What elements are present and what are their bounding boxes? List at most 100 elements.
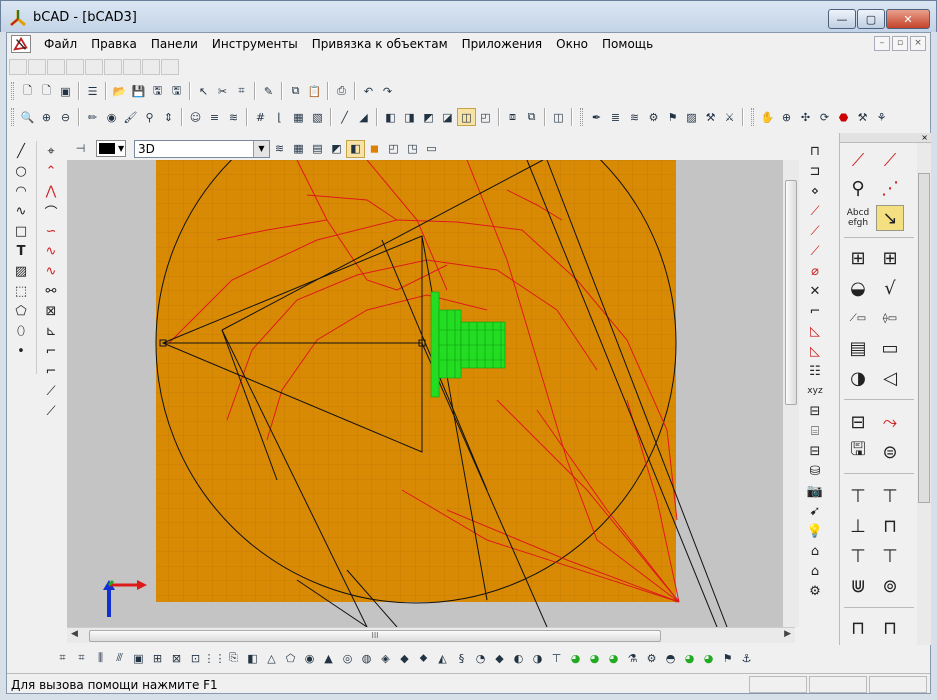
- model-3-icon[interactable]: ⫼: [91, 649, 110, 667]
- settings-5-icon[interactable]: ⚑: [663, 108, 682, 126]
- snap-11-icon[interactable]: ◺: [804, 341, 826, 361]
- zoom-in-icon[interactable]: ⊕: [37, 108, 56, 126]
- chevron-down-icon[interactable]: ▼: [253, 140, 269, 157]
- open-folder-icon[interactable]: 📂: [110, 82, 129, 100]
- solid-3-icon[interactable]: ⬠: [281, 649, 300, 667]
- tolerance-2-icon[interactable]: ⟠▭: [876, 305, 904, 331]
- snap-7-icon[interactable]: ⌀: [804, 261, 826, 281]
- line-mode-9-icon[interactable]: ⊠: [40, 301, 62, 321]
- camera-icon[interactable]: 📷: [804, 481, 826, 501]
- color-select[interactable]: ▼: [96, 140, 126, 157]
- hidden-line-icon[interactable]: ▤: [308, 140, 327, 158]
- toolbar-grip[interactable]: [11, 82, 14, 100]
- drawing-svg[interactable]: *: [67, 160, 795, 627]
- view-mode-select[interactable]: 3D ▼: [134, 139, 270, 158]
- cube-view-6-icon[interactable]: ◰: [476, 108, 495, 126]
- zoom-window-icon[interactable]: 🔍: [18, 108, 37, 126]
- menu-tools[interactable]: Инструменты: [205, 37, 305, 51]
- model-6-icon[interactable]: ⊞: [148, 649, 167, 667]
- settings-4-icon[interactable]: ⚙: [644, 108, 663, 126]
- stop-icon[interactable]: ⬣: [834, 108, 853, 126]
- scroll-right-arrow[interactable]: ▶: [784, 629, 791, 639]
- box-1-icon[interactable]: ◰: [384, 140, 403, 158]
- line-mode-7-icon[interactable]: ∿: [40, 261, 62, 281]
- line-mode-14-icon[interactable]: ⟋: [40, 401, 62, 421]
- snap-6-icon[interactable]: ⟋: [804, 241, 826, 261]
- washer-icon[interactable]: ⊚: [876, 573, 904, 599]
- settings-7-icon[interactable]: ⚒: [701, 108, 720, 126]
- rotate-icon[interactable]: ⟳: [815, 108, 834, 126]
- bolt-5-icon[interactable]: ⊤: [876, 543, 904, 569]
- cube-view-3-icon[interactable]: ◩: [419, 108, 438, 126]
- undo-icon[interactable]: ↶: [359, 82, 378, 100]
- redo-icon[interactable]: ↷: [378, 82, 397, 100]
- block-path-icon[interactable]: ⤳: [876, 409, 904, 435]
- dim-line-2-icon[interactable]: ⟋: [876, 147, 904, 173]
- solid-12-icon[interactable]: §: [452, 649, 471, 667]
- horizontal-scroll-thumb[interactable]: III: [89, 630, 661, 642]
- snap-15-icon[interactable]: ⊟: [804, 441, 826, 461]
- boolean-3-icon[interactable]: ◕: [604, 649, 623, 667]
- wing-nut-icon[interactable]: ⋓: [844, 573, 872, 599]
- tools-icon[interactable]: ⚒: [853, 108, 872, 126]
- solid-17-icon[interactable]: ⊤: [547, 649, 566, 667]
- solid-7-icon[interactable]: ◍: [357, 649, 376, 667]
- mdi-restore-button[interactable]: ▫: [892, 36, 908, 51]
- model-10-icon[interactable]: ⎘: [224, 649, 243, 667]
- pin-icon[interactable]: ⊣: [71, 140, 90, 158]
- window-arrange-1-icon[interactable]: ⧈: [503, 108, 522, 126]
- text-icon[interactable]: T: [10, 241, 32, 261]
- solid-13-icon[interactable]: ◔: [471, 649, 490, 667]
- dim-radius-icon[interactable]: ⚲: [844, 175, 872, 201]
- solid-8-icon[interactable]: ◈: [376, 649, 395, 667]
- scroll-left-arrow[interactable]: ◀: [71, 629, 78, 639]
- zoom-out-icon[interactable]: ⊖: [56, 108, 75, 126]
- shaded-edges-icon[interactable]: ◧: [346, 139, 365, 158]
- section-1-icon[interactable]: ⊞: [844, 245, 872, 271]
- solid-wedge-icon[interactable]: △: [262, 649, 281, 667]
- line-mode-5-icon[interactable]: ∽: [40, 221, 62, 241]
- table-icon[interactable]: ▤: [844, 335, 872, 361]
- new-file-alt-icon[interactable]: 🗋: [37, 82, 56, 100]
- solid-15-icon[interactable]: ◐: [509, 649, 528, 667]
- settings-2-icon[interactable]: ≣: [606, 108, 625, 126]
- new-file-icon[interactable]: 🗋: [18, 82, 37, 100]
- line-color-icon[interactable]: ╱: [335, 108, 354, 126]
- polyline-icon[interactable]: ∿: [10, 201, 32, 221]
- ruler-icon[interactable]: ▭: [422, 140, 441, 158]
- pick-icon[interactable]: ⚲: [140, 108, 159, 126]
- snap-2-icon[interactable]: ⊐: [804, 161, 826, 181]
- toolbar-grip[interactable]: [751, 108, 754, 126]
- snap-12-icon[interactable]: ☷: [804, 361, 826, 381]
- print-icon[interactable]: ⎙: [332, 82, 351, 100]
- spring-icon[interactable]: ⊜: [876, 439, 904, 465]
- save-icon[interactable]: 💾: [129, 82, 148, 100]
- menu-panels[interactable]: Панели: [144, 37, 205, 51]
- pencil-icon[interactable]: ✏: [83, 108, 102, 126]
- hand-pan-icon[interactable]: ✋: [758, 108, 777, 126]
- center-mark-icon[interactable]: ◑: [844, 365, 872, 391]
- line-mode-8-icon[interactable]: ⚯: [40, 281, 62, 301]
- snap-10-icon[interactable]: ◺: [804, 321, 826, 341]
- model-9-icon[interactable]: ⋮⋮: [204, 649, 226, 667]
- boolean-7-icon[interactable]: ◕: [680, 649, 699, 667]
- snap-4-icon[interactable]: ⟋: [804, 201, 826, 221]
- photo-icon[interactable]: ▧: [308, 108, 327, 126]
- model-7-icon[interactable]: ⊠: [167, 649, 186, 667]
- leader-icon[interactable]: ↘: [876, 205, 904, 231]
- anchor-icon[interactable]: ⚓: [737, 649, 756, 667]
- bolt-4-icon[interactable]: ⊤: [844, 543, 872, 569]
- home-icon[interactable]: ⌂: [804, 541, 826, 561]
- bolt-2-icon[interactable]: ⊤: [876, 483, 904, 509]
- cube-view-4-icon[interactable]: ◪: [438, 108, 457, 126]
- shaded-icon[interactable]: ◩: [327, 140, 346, 158]
- snap-1-icon[interactable]: ⊓: [804, 141, 826, 161]
- smile-icon[interactable]: ☺: [186, 108, 205, 126]
- line-mode-2-icon[interactable]: ⌃: [40, 161, 62, 181]
- select-region-icon[interactable]: ⌗: [232, 82, 251, 100]
- vertical-scrollbar[interactable]: [783, 160, 799, 627]
- maximize-button[interactable]: ▢: [857, 9, 885, 29]
- model-5-icon[interactable]: ▣: [129, 649, 148, 667]
- pointer-icon[interactable]: ➹: [804, 501, 826, 521]
- polygon-icon[interactable]: ⬠: [10, 301, 32, 321]
